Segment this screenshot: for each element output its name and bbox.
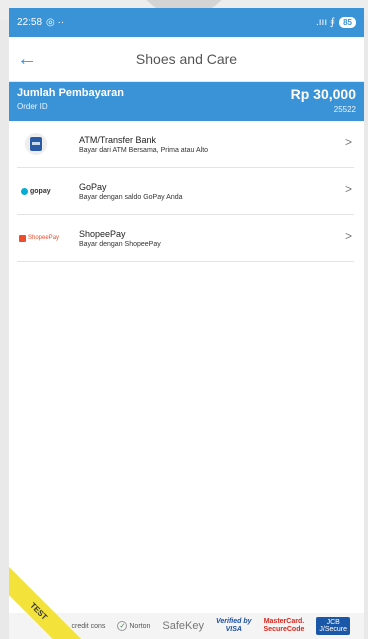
payment-method-shopeepay[interactable]: ShopeePay ShopeePay Bayar dengan ShopeeP… (17, 215, 354, 262)
safekey-badge: SafeKey (162, 620, 204, 632)
method-name: ATM/Transfer Bank (79, 134, 157, 145)
atm-card-icon (25, 133, 47, 155)
gopay-logo-text: gopay (30, 187, 51, 195)
status-bar: 22:58 ◎ ·· .ııı ⨎ 85 (9, 8, 364, 37)
status-notification-icons: ◎ ·· (46, 17, 65, 28)
gopay-logo: gopay (17, 176, 79, 206)
shopeepay-logo: ShopeePay (17, 223, 79, 253)
app-bar: ← Shoes and Care (9, 37, 364, 82)
credit-card-badge: credit cons (71, 622, 106, 630)
arrow-left-icon[interactable]: ← (17, 48, 39, 70)
chevron-right-icon: > (344, 135, 352, 149)
battery-icon: 85 (339, 17, 356, 28)
check-icon: ✓ (117, 621, 128, 631)
shopeepay-logo-text: ShopeePay (28, 235, 60, 241)
shopee-bag-icon (19, 234, 26, 242)
method-desc: Bayar dari ATM Bersama, Prima atau Alto (79, 146, 209, 154)
mastercard-securecode-badge: MasterCard. SecureCode (263, 618, 305, 633)
chevron-right-icon: > (344, 182, 352, 196)
payment-summary: Jumlah Pembayaran Order ID Rp 30,000 255… (9, 82, 364, 121)
verified-by-visa-badge: Verified by VISA (215, 618, 252, 633)
chevron-right-icon: > (344, 229, 352, 243)
gopay-icon (21, 187, 28, 195)
amount-value: Rp 30,000 (290, 86, 356, 102)
status-time: 22:58 (17, 17, 43, 28)
order-id-value: 25522 (333, 105, 356, 114)
method-desc: Bayar dengan ShopeePay (79, 240, 161, 248)
method-name: ShopeePay (79, 228, 126, 239)
phone-screen: 22:58 ◎ ·· .ııı ⨎ 85 ← Shoes and Care Ju… (9, 8, 364, 639)
norton-badge: ✓ Norton (117, 621, 150, 631)
atm-logo (17, 129, 79, 159)
order-id-label: Order ID (17, 102, 48, 111)
status-left: 22:58 ◎ ·· (17, 17, 64, 28)
jcb-secure-badge: JCB J/Secure (316, 617, 350, 635)
payment-method-atm[interactable]: ATM/Transfer Bank Bayar dari ATM Bersama… (17, 121, 354, 168)
method-desc: Bayar dengan saldo GoPay Anda (79, 193, 183, 201)
payment-method-gopay[interactable]: gopay GoPay Bayar dengan saldo GoPay And… (17, 168, 354, 215)
status-right: .ııı ⨎ 85 (316, 17, 356, 28)
signal-wifi-icon: .ııı ⨎ (315, 17, 336, 28)
method-name: GoPay (79, 181, 107, 192)
page-title: Shoes and Care (135, 51, 238, 67)
